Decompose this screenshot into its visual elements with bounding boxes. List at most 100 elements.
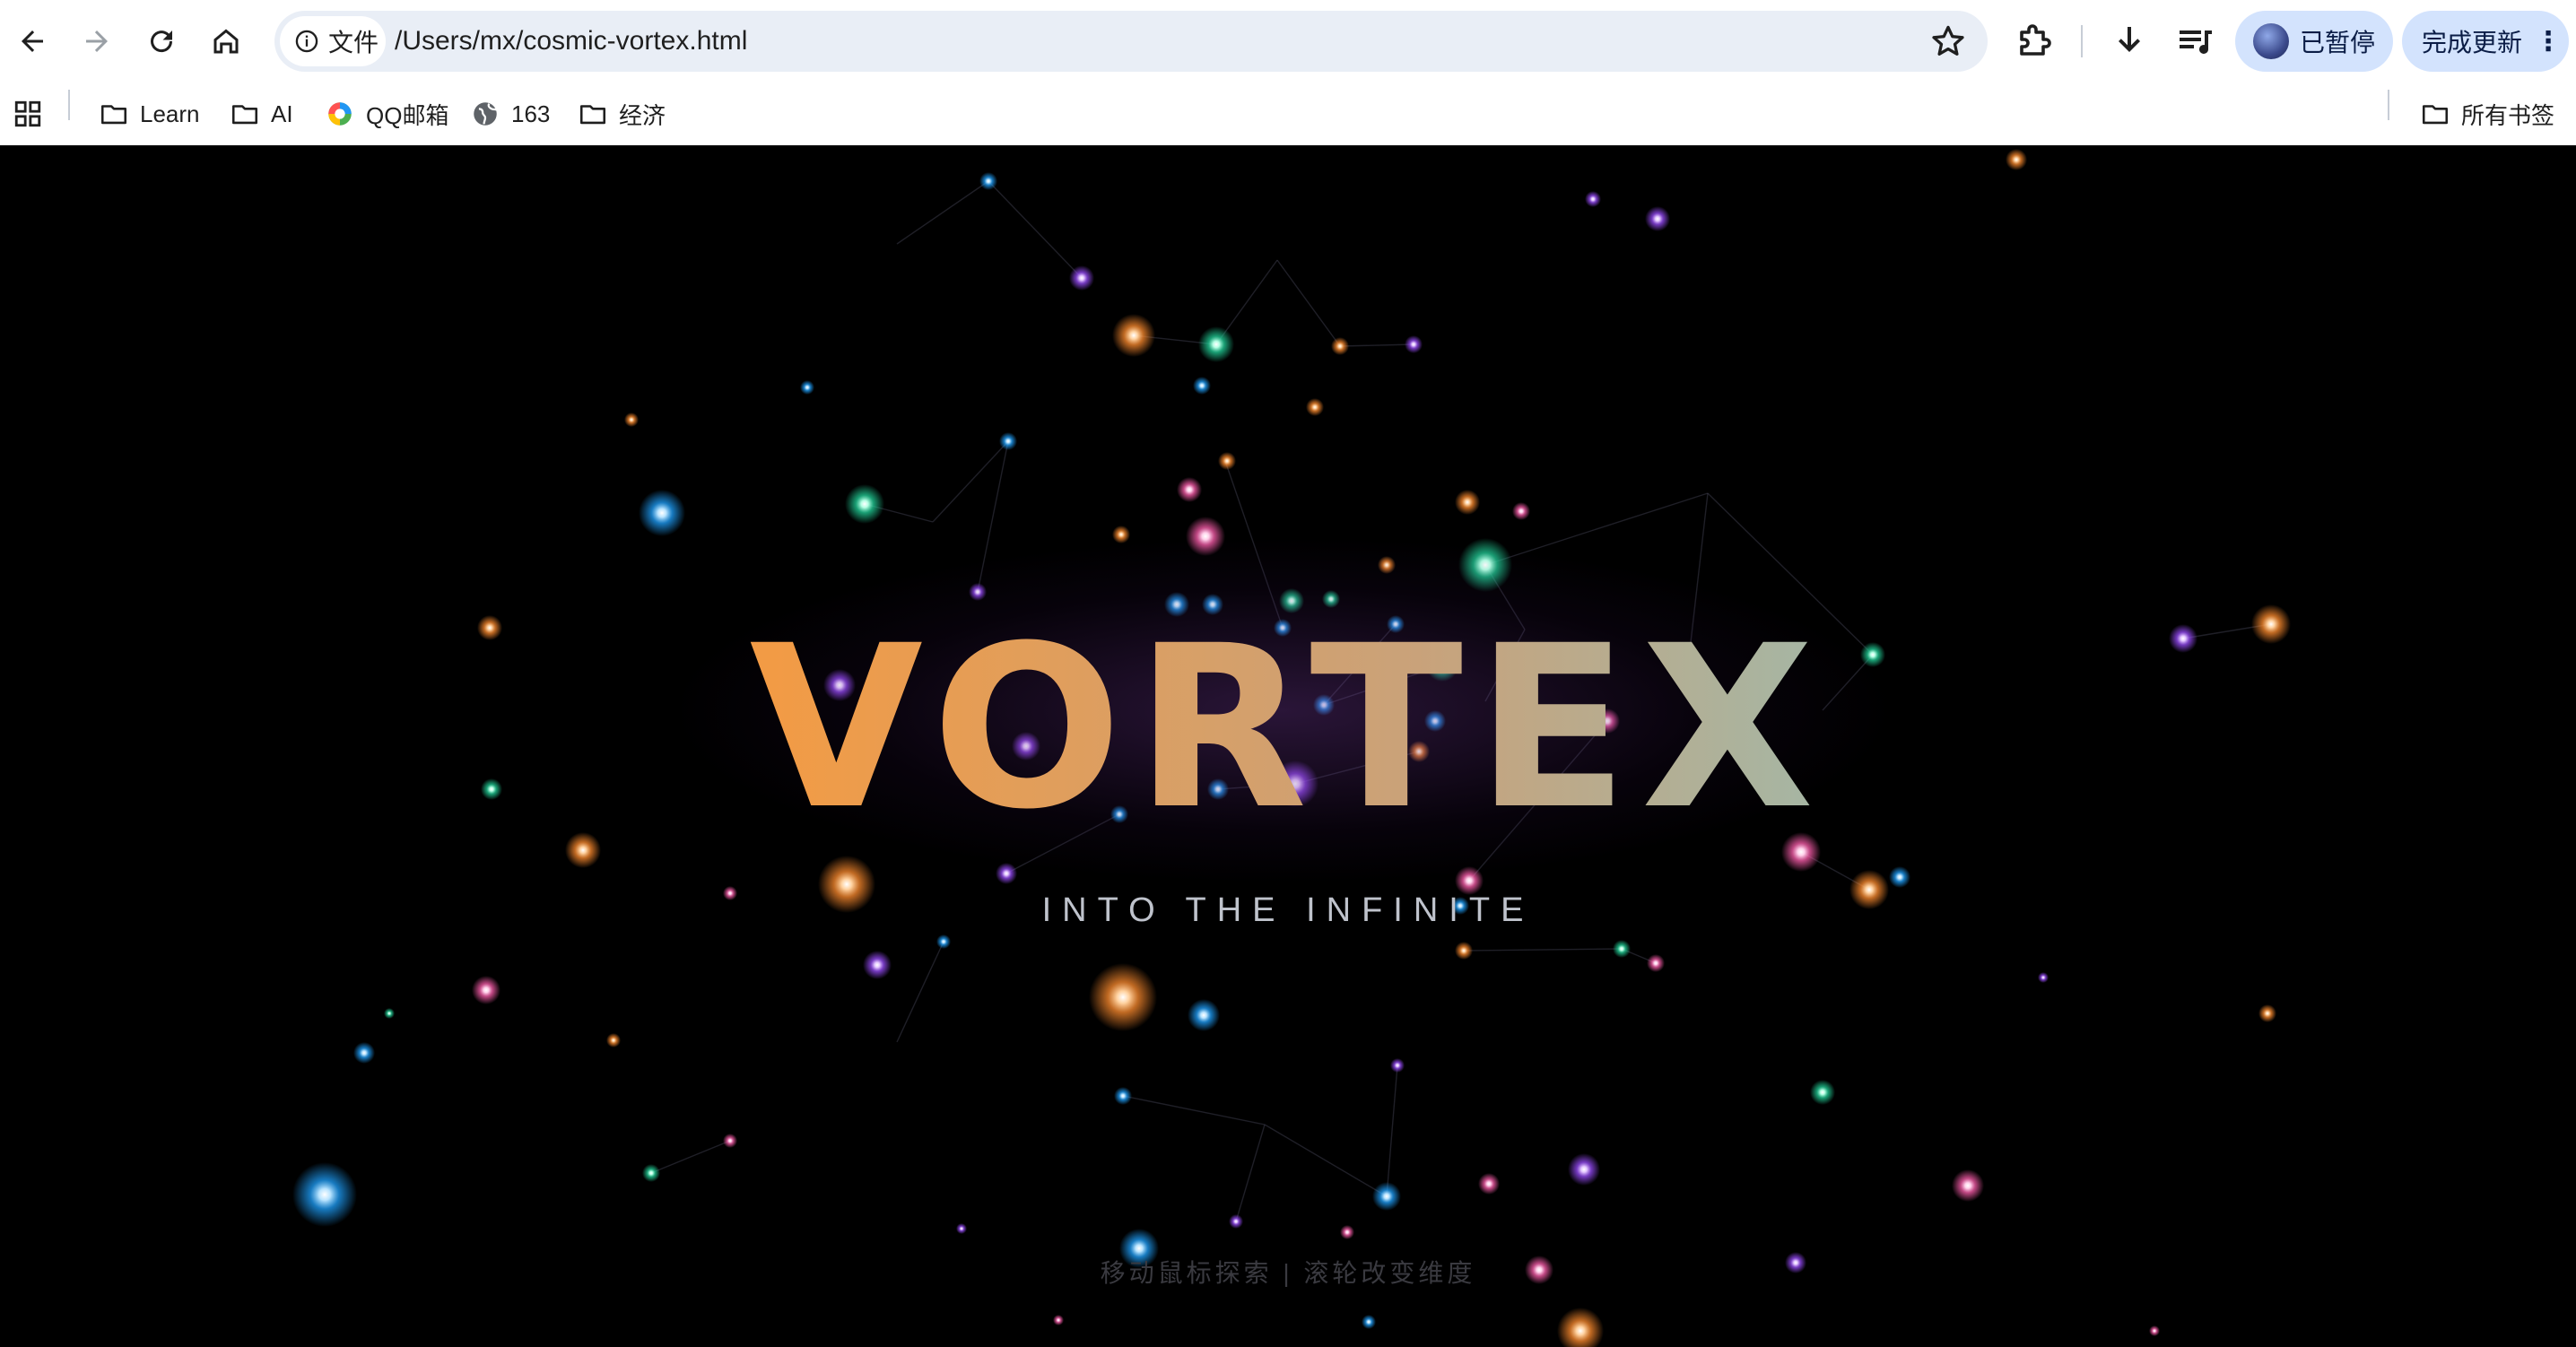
particle-orange — [1557, 1308, 1604, 1347]
bookmark-star-button[interactable] — [1928, 22, 1968, 61]
globe-icon — [474, 102, 498, 126]
particle-green — [384, 1008, 395, 1019]
qq-mail-icon — [328, 102, 352, 126]
bookmark-label: 163 — [511, 100, 551, 127]
playlist-icon — [2180, 30, 2212, 54]
forward-button[interactable] — [68, 13, 126, 70]
particle-green — [1613, 940, 1631, 958]
bookmarks-divider — [2388, 90, 2389, 120]
particle-purple — [2038, 972, 2049, 983]
bookmarks-divider — [68, 90, 70, 120]
particle-blue — [800, 380, 814, 395]
particle-pink — [723, 1134, 737, 1148]
particle-green — [1198, 326, 1234, 362]
profile-status-label: 已暂停 — [2300, 29, 2376, 56]
reload-button[interactable] — [133, 13, 190, 70]
folder-icon — [579, 105, 606, 125]
bookmark-learn[interactable]: Learn — [99, 91, 200, 136]
download-icon — [2119, 27, 2140, 52]
particle-link — [988, 180, 1083, 279]
back-button[interactable] — [4, 13, 61, 70]
site-info-chip[interactable]: 文件 — [280, 16, 386, 66]
toolbar-divider — [2081, 25, 2083, 57]
particle-blue — [999, 432, 1017, 450]
bookmark-label: Learn — [140, 100, 200, 127]
update-label: 完成更新 — [2422, 29, 2523, 56]
bookmark-economy[interactable]: 经济 — [578, 91, 666, 136]
hero-title: VORTEX — [0, 594, 2576, 863]
particle-pink — [1177, 477, 1202, 502]
browser-toolbar: 文件 /Users/mx/cosmic-vortex.html 已暂停 完成更新… — [0, 0, 2576, 83]
avatar — [2253, 23, 2289, 59]
particle-blue — [1193, 377, 1211, 395]
particle-link — [896, 180, 989, 245]
bookmark-ai[interactable]: AI — [230, 91, 293, 136]
particle-link — [1386, 1065, 1398, 1197]
particle-link — [1463, 948, 1623, 952]
particle-link — [896, 941, 944, 1043]
particle-orange — [2006, 149, 2027, 170]
particle-green — [845, 484, 884, 524]
particle-blue — [353, 1042, 375, 1064]
particle-link — [650, 1140, 731, 1174]
particle-green — [1810, 1080, 1835, 1105]
particle-purple — [956, 1223, 967, 1234]
folder-icon — [2422, 105, 2449, 125]
apps-grid-icon — [14, 100, 41, 127]
folder-icon — [231, 105, 258, 125]
particle-link — [1339, 343, 1414, 347]
particle-purple — [1390, 1058, 1405, 1073]
more-menu-icon[interactable]: ⋮ — [2535, 26, 2562, 57]
particle-link — [932, 440, 1009, 523]
particle-orange — [1455, 490, 1480, 515]
particle-blue — [1889, 866, 1910, 888]
particle-blue — [292, 1162, 357, 1227]
all-bookmarks-button[interactable]: 所有书签 — [2420, 91, 2554, 136]
site-info-label: 文件 — [328, 29, 379, 56]
particle-pink — [1340, 1225, 1354, 1239]
address-bar[interactable]: 文件 /Users/mx/cosmic-vortex.html — [274, 11, 1988, 72]
update-button[interactable]: 完成更新 ⋮ — [2402, 11, 2569, 72]
particle-orange — [1306, 398, 1324, 416]
particle-orange — [1089, 963, 1157, 1031]
particle-link — [1276, 259, 1341, 347]
downloads-button[interactable] — [2108, 20, 2151, 63]
home-button[interactable] — [197, 13, 255, 70]
info-icon — [295, 30, 318, 53]
particle-pink — [1952, 1169, 1984, 1202]
reload-icon — [151, 30, 173, 53]
particle-blue — [1188, 999, 1220, 1031]
particle-pink — [2149, 1325, 2160, 1336]
extensions-button[interactable] — [2013, 20, 2056, 63]
particle-orange — [606, 1033, 621, 1047]
url-text[interactable]: /Users/mx/cosmic-vortex.html — [395, 11, 747, 72]
particle-pink — [1647, 954, 1665, 972]
particle-blue — [979, 172, 997, 190]
media-controls-button[interactable] — [2174, 20, 2217, 63]
vortex-canvas[interactable]: VORTEX INTO THE INFINITE 移动鼠标探索 | 滚轮改变维度 — [0, 145, 2576, 1347]
apps-button[interactable] — [13, 91, 54, 136]
bookmark-163[interactable]: 163 — [470, 91, 550, 136]
particle-purple — [1645, 206, 1670, 231]
arrow-left-icon — [22, 30, 43, 52]
particle-orange — [2258, 1004, 2276, 1022]
bookmark-label: AI — [271, 100, 293, 127]
hero-subtitle: INTO THE INFINITE — [1041, 891, 1535, 929]
particle-blue — [936, 934, 951, 949]
particle-purple — [1585, 191, 1601, 207]
particle-link — [1122, 1095, 1266, 1125]
particle-pink — [472, 976, 500, 1004]
particle-blue — [1372, 1182, 1401, 1211]
particle-purple — [1069, 265, 1094, 291]
particle-orange — [1218, 452, 1236, 470]
puzzle-icon — [2020, 24, 2051, 56]
particle-blue — [639, 490, 685, 536]
particle-pink — [1053, 1315, 1064, 1325]
particle-blue — [1362, 1315, 1376, 1329]
bookmark-qq-mail[interactable]: QQ邮箱 — [325, 91, 448, 136]
particle-purple — [1568, 1153, 1600, 1186]
particle-pink — [1512, 502, 1530, 520]
arrow-right-icon — [86, 30, 108, 52]
particle-pink — [1478, 1173, 1500, 1195]
profile-button[interactable]: 已暂停 — [2235, 11, 2393, 72]
